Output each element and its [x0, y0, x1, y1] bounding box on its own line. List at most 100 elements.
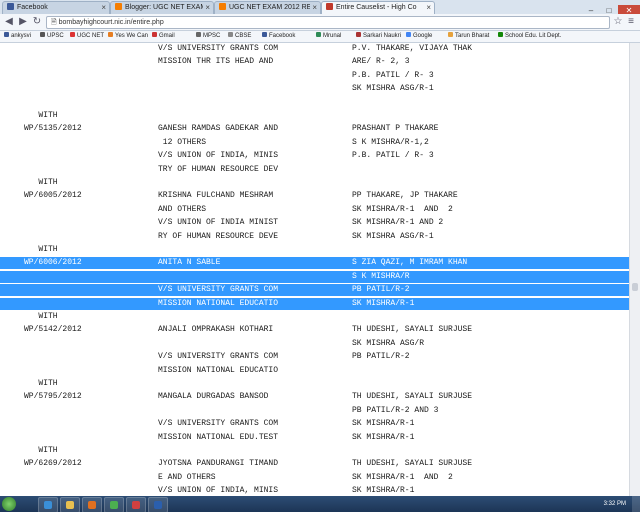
party-cell: JYOTSNA PANDURANGI TIMAND: [158, 459, 279, 469]
bookmark-label: Google: [413, 33, 433, 39]
bookmark-item[interactable]: Yes We Can: [108, 31, 148, 42]
bookmark-favicon-icon: [196, 32, 201, 37]
advocate-cell: SK MISHRA/R-1 AND 2: [352, 472, 453, 482]
causelist-row: WP/5142/2012 ANJALI OMPRAKASH KOTHARI TH U…: [0, 324, 630, 336]
bookmark-item[interactable]: CBSE: [228, 31, 251, 42]
causelist-row: V/S UNIVERSITY GRANTS COM P.V. THAKARE, V…: [0, 43, 630, 55]
party-cell: MISSION NATIONAL EDUCATIO: [158, 365, 279, 375]
party-cell: ANITA N SABLE: [158, 258, 221, 268]
tab-label: UGC NET EXAM 2012 RES: [229, 4, 310, 11]
advocate-cell: SK MISHRA ASG/R-1: [352, 84, 434, 94]
browser-tab[interactable]: UGC NET EXAM 2012 RES ×: [214, 1, 321, 14]
vertical-scrollbar[interactable]: [629, 43, 640, 496]
taskbar-clock[interactable]: 3:32 PM: [604, 496, 626, 512]
bookmark-item[interactable]: Mrunal: [316, 31, 341, 42]
party-cell: MISSION THR ITS HEAD AND: [158, 57, 274, 67]
causelist-row: 12 OTHERS S K MISHRA/R-1,2: [0, 137, 630, 149]
bookmark-item[interactable]: UPSC: [40, 31, 64, 42]
media-icon: [88, 501, 96, 509]
bookmark-item[interactable]: ankysvi: [4, 31, 31, 42]
start-button[interactable]: [2, 497, 16, 511]
bookmark-item[interactable]: Sarkari Naukri: [356, 31, 401, 42]
address-bar[interactable]: 🗎 bombayhighcourt.nic.in/entire.php: [46, 16, 610, 29]
close-tab-icon[interactable]: ×: [312, 2, 317, 14]
case-number-cell: WP/5142/2012: [0, 325, 82, 335]
bookmark-item[interactable]: UGC NET: [70, 31, 104, 42]
causelist-row: WP/6006/2012 ANITA N SABLE S ZIA QAZI, M I…: [0, 257, 630, 270]
causelist-row: AND OTHERS SK MISHRA/R-1 AND 2: [0, 204, 630, 216]
close-tab-icon[interactable]: ×: [426, 2, 431, 14]
advocate-cell: S K MISHRA/R-1,2: [352, 137, 429, 147]
case-number-cell: WITH: [0, 178, 58, 187]
causelist-row: WITH: [0, 378, 630, 390]
reload-icon[interactable]: ↻: [31, 16, 43, 28]
bookmark-favicon-icon: [152, 32, 157, 37]
bookmark-item[interactable]: School Edu. Lit Dept.: [498, 31, 561, 42]
back-icon[interactable]: ◀: [3, 16, 15, 28]
causelist-row: MISSION THR ITS HEAD AND ARE/ R- 2, 3: [0, 56, 630, 68]
taskbar-chrome-button[interactable]: [104, 497, 124, 513]
bookmark-item[interactable]: Google: [406, 31, 432, 42]
browser-tab[interactable]: Facebook ×: [2, 1, 110, 14]
advocate-cell: PP THAKARE, JP THAKARE: [352, 191, 458, 201]
advocate-cell: ARE/ R- 2, 3: [352, 57, 410, 67]
causelist-row: MISSION NATIONAL EDU.TEST SK MISHRA/R-1: [0, 432, 630, 444]
taskbar-media-button[interactable]: [82, 497, 102, 513]
explorer-icon: [66, 501, 74, 509]
advocate-cell: TH UDESHI, SAYALI SURJUSE: [352, 459, 473, 469]
bookmark-favicon-icon: [228, 32, 233, 37]
scrollbar-thumb[interactable]: [632, 283, 638, 291]
bookmark-item[interactable]: Tarun Bharat: [448, 31, 489, 42]
taskbar-ie-button[interactable]: [38, 497, 58, 513]
bookmark-label: Gmail: [159, 33, 175, 39]
party-cell: KRISHNA FULCHAND MESHRAM: [158, 191, 274, 201]
bookmark-item[interactable]: MPSC: [196, 31, 220, 42]
forward-icon[interactable]: ▶: [17, 16, 29, 28]
taskbar-word-button[interactable]: [148, 497, 168, 513]
tab-favicon-icon: [219, 3, 226, 10]
close-tab-icon[interactable]: ×: [101, 2, 106, 14]
bookmark-label: School Edu. Lit Dept.: [505, 33, 562, 39]
tab-favicon-icon: [115, 3, 122, 10]
bookmark-label: Tarun Bharat: [455, 33, 490, 39]
taskbar-paint-button[interactable]: [126, 497, 146, 513]
browser-tab[interactable]: Blogger: UGC NET EXAM ×: [110, 1, 214, 14]
causelist-row: V/S UNIVERSITY GRANTS COM PB PATIL/R-2: [0, 351, 630, 363]
bookmark-item[interactable]: Gmail: [152, 31, 175, 42]
bookmark-label: CBSE: [235, 33, 252, 39]
party-cell: MISSION NATIONAL EDU.TEST: [158, 432, 279, 442]
bookmarks-bar: ankysvi UPSC UGC NET Yes We Can Gmail MPSC CBS…: [0, 31, 640, 43]
bookmark-label: Mrunal: [323, 33, 342, 39]
browser-tab-strip: Facebook × Blogger: UGC NET EXAM × UGC NET E…: [0, 0, 640, 17]
causelist-row: RY OF HUMAN RESOURCE DEVE SK MISHRA ASG/R…: [0, 231, 630, 243]
bookmark-favicon-icon: [498, 32, 503, 37]
bookmark-favicon-icon: [40, 32, 45, 37]
tab-favicon-icon: [7, 3, 14, 10]
case-number-cell: WITH: [0, 379, 58, 388]
taskbar-explorer-button[interactable]: [60, 497, 80, 513]
word-icon: [154, 501, 162, 509]
causelist-row: TRY OF HUMAN RESOURCE DEV: [0, 164, 630, 176]
window-controls: – □ ✕: [582, 0, 640, 17]
wrench-menu-icon[interactable]: ≡: [625, 16, 637, 28]
close-tab-icon[interactable]: ×: [205, 2, 210, 14]
advocate-cell: S K MISHRA/R: [352, 271, 410, 281]
show-desktop-button[interactable]: [632, 496, 640, 512]
tab-label: Blogger: UGC NET EXAM: [125, 4, 203, 11]
paint-icon: [132, 501, 140, 509]
bookmark-label: MPSC: [203, 33, 221, 39]
bookmark-star-icon[interactable]: ☆: [612, 16, 624, 28]
browser-tab[interactable]: Entire Causelist - High Co ×: [321, 1, 435, 14]
page-icon: 🗎: [51, 19, 57, 26]
advocate-cell: SK MISHRA/R-1: [352, 486, 415, 496]
advocate-cell: P.B. PATIL / R- 3: [352, 151, 434, 161]
advocate-cell: SK MISHRA ASG/R-1: [352, 231, 434, 241]
causelist-row: V/S UNIVERSITY GRANTS COM PB PATIL/R-2: [0, 284, 630, 297]
bookmark-label: UGC NET: [77, 33, 104, 39]
bookmark-item[interactable]: Facebook: [262, 31, 295, 42]
advocate-cell: PB PATIL/R-2: [352, 285, 410, 295]
causelist-row: WITH: [0, 244, 630, 256]
party-cell: V/S UNIVERSITY GRANTS COM: [158, 419, 279, 429]
advocate-cell: SK MISHRA/R-1 AND 2: [352, 204, 453, 214]
advocate-cell: P.V. THAKARE, VIJAYA THAK: [352, 44, 473, 53]
